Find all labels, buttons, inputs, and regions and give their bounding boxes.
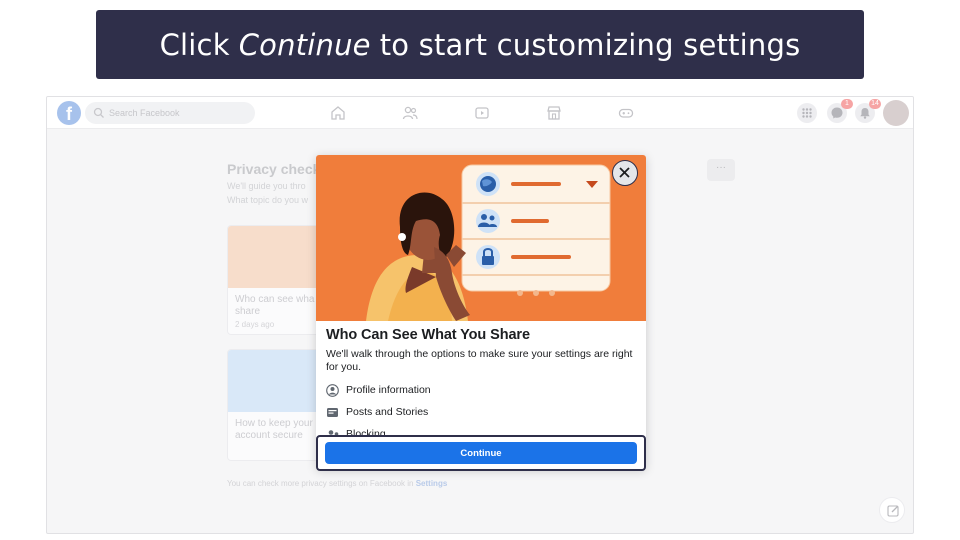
messenger-icon[interactable]: 1 (827, 99, 853, 123)
continue-highlight: Continue (316, 435, 646, 471)
topic-card-account-secure[interactable]: How to keep your account secure (227, 349, 325, 461)
privacy-topic-dialog: Who Can See What You Share We'll walk th… (316, 155, 646, 469)
dialog-title: Who Can See What You Share (326, 327, 530, 343)
close-icon (619, 167, 630, 178)
home-icon[interactable] (329, 104, 347, 122)
more-options-button[interactable]: ··· (707, 159, 735, 181)
privacy-footer: You can check more privacy settings on F… (227, 479, 447, 488)
privacy-footer-text: You can check more privacy settings on F… (227, 479, 414, 488)
caption-prefix: Click (159, 27, 230, 62)
topic-item-label: Posts and Stories (346, 406, 429, 418)
topic-item-posts: Posts and Stories (326, 404, 428, 420)
avatar[interactable] (883, 100, 909, 126)
messenger-badge: 1 (841, 99, 853, 109)
continue-button[interactable]: Continue (325, 442, 637, 464)
new-message-button[interactable] (879, 497, 905, 523)
search-icon (93, 107, 104, 118)
privacy-check-subtitle: We'll guide you thro (227, 181, 306, 191)
caption-emphasis: Continue (238, 27, 371, 62)
close-button[interactable] (612, 160, 638, 186)
topic-card-who-can-see[interactable]: Who can see wha share 2 days ago (227, 225, 325, 335)
notifications-badge: 14 (869, 99, 881, 109)
settings-link[interactable]: Settings (416, 479, 448, 488)
hero-illustration (316, 155, 646, 321)
instruction-caption: Click Continue to start customizing sett… (96, 10, 864, 79)
topic-card-title: Who can see wha share (235, 294, 315, 317)
gaming-icon[interactable] (617, 104, 635, 122)
marketplace-icon[interactable] (545, 104, 563, 122)
posts-icon (327, 407, 338, 417)
profile-icon (326, 383, 339, 397)
dialog-description: We'll walk through the options to make s… (326, 348, 633, 373)
topic-item-label: Profile information (346, 384, 431, 396)
caption-suffix: to start customizing settings (379, 27, 801, 62)
facebook-logo[interactable]: f (57, 101, 81, 125)
top-navigation-bar: f 1 14 (47, 97, 913, 129)
topic-item-profile: Profile information (326, 382, 431, 398)
menu-grid-icon[interactable] (797, 103, 817, 123)
search-input[interactable] (85, 102, 255, 124)
watch-icon[interactable] (473, 104, 491, 122)
topic-card-meta: 2 days ago (235, 320, 275, 329)
topic-card-illustration (228, 226, 324, 288)
notifications-icon[interactable]: 14 (855, 99, 881, 123)
friends-icon[interactable] (401, 104, 419, 122)
compose-icon (887, 505, 899, 517)
privacy-check-question: What topic do you w (227, 195, 309, 205)
privacy-check-title: Privacy check (227, 161, 321, 177)
topic-card-illustration (228, 350, 324, 412)
topic-card-title: How to keep your account secure (235, 418, 313, 441)
